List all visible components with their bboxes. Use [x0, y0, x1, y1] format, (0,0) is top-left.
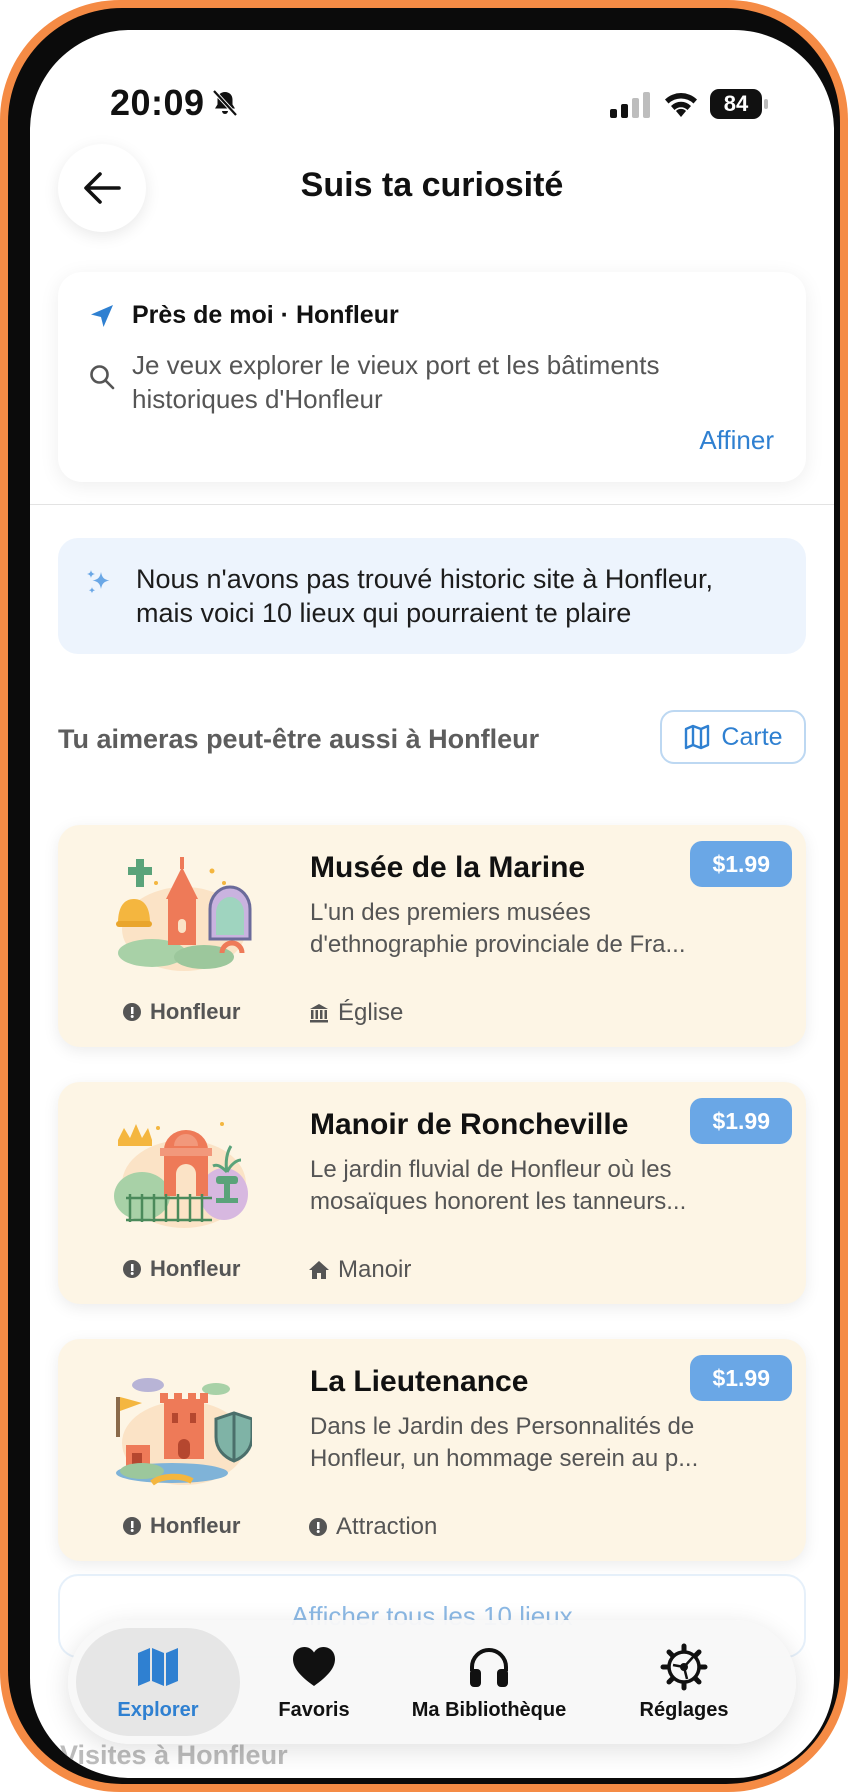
map-icon: [138, 1647, 178, 1686]
price-badge[interactable]: $1.99: [690, 1355, 792, 1401]
tab-ma-bibliotheque[interactable]: Ma Bibliothèque: [386, 1628, 592, 1736]
battery-indicator: 84: [710, 89, 768, 119]
place-name: Musée de la Marine: [310, 851, 586, 884]
pin-icon: [123, 1003, 141, 1021]
tab-reglages[interactable]: Réglages: [594, 1628, 774, 1736]
place-description: L'un des premiers musées d'ethnographie …: [310, 897, 770, 961]
bell-slash-icon: [212, 89, 238, 117]
search-query-line: historiques d'Honfleur: [132, 384, 383, 414]
price-badge[interactable]: $1.99: [690, 841, 792, 887]
place-category: Manoir: [308, 1256, 411, 1284]
wifi-icon: [665, 93, 697, 117]
pin-icon: [309, 1518, 327, 1536]
place-card[interactable]: La Lieutenance Dans le Jardin des Person…: [58, 1339, 806, 1561]
tab-favoris[interactable]: Favoris: [244, 1628, 384, 1736]
place-city-label: Honfleur: [150, 999, 241, 1024]
pin-icon: [123, 1517, 141, 1535]
place-description-line: mosaïques honorent les tanneurs...: [310, 1188, 687, 1215]
place-city: Honfleur: [122, 1256, 240, 1282]
search-icon: [90, 365, 115, 390]
pin-icon: [123, 1260, 141, 1278]
tab-label: Favoris: [278, 1698, 350, 1721]
search-query-line: Je veux explorer le vieux port et les bâ…: [132, 350, 660, 380]
place-category-label: Manoir: [338, 1256, 412, 1283]
place-name: La Lieutenance: [310, 1365, 529, 1398]
tab-bar: Explorer Favoris Ma Bibliothèque Réglage…: [68, 1620, 796, 1744]
headphones-icon: [470, 1647, 508, 1687]
cellular-signal-icon: [610, 92, 650, 118]
page-title: Suis ta curiosité: [300, 166, 564, 204]
place-description-line: Honfleur, un hommage serein au p...: [310, 1445, 699, 1472]
device-bezel: 20:09 84 Suis ta curiosité Près de moi ·…: [8, 8, 840, 1784]
place-description: Dans le Jardin des Personnalités de Honf…: [310, 1411, 770, 1475]
manor-illustration: [114, 1122, 248, 1228]
place-card[interactable]: Musée de la Marine L'un des premiers mus…: [58, 825, 806, 1047]
map-icon: [685, 724, 710, 750]
tab-label: Explorer: [117, 1698, 199, 1721]
tab-label: Réglages: [639, 1698, 729, 1721]
search-query[interactable]: Je veux explorer le vieux port et les bâ…: [132, 348, 762, 416]
place-category: Église: [308, 999, 403, 1027]
building-columns-icon: [310, 1004, 328, 1023]
gear-icon: [660, 1643, 708, 1690]
place-description-line: Le jardin fluvial de Honfleur où les: [310, 1156, 672, 1183]
place-description-line: Dans le Jardin des Personnalités de: [310, 1413, 695, 1440]
place-category-label: Attraction: [336, 1513, 438, 1540]
notice-text: Nous n'avons pas trouvé historic site à …: [136, 562, 786, 630]
section-title: Tu aimeras peut-être aussi à Honfleur: [58, 724, 540, 754]
location-label: Près de moi · Honfleur: [132, 301, 399, 329]
heart-icon: [293, 1646, 335, 1686]
map-button[interactable]: Carte: [660, 710, 806, 764]
refine-button[interactable]: Affiner: [699, 425, 774, 456]
next-section-title: Visites à Honfleur: [60, 1740, 288, 1770]
sparkles-icon: [87, 570, 110, 594]
place-city-label: Honfleur: [150, 1256, 241, 1281]
price-badge[interactable]: $1.99: [690, 1098, 792, 1144]
location-arrow-icon: [91, 305, 113, 327]
battery-level: 84: [710, 89, 762, 119]
place-description-line: d'ethnographie provinciale de Fra...: [310, 931, 686, 958]
church-illustration: [116, 857, 252, 971]
place-city-label: Honfleur: [150, 1513, 241, 1538]
notice-line: mais voici 10 lieux qui pourraient te pl…: [136, 598, 632, 628]
info-notice: Nous n'avons pas trouvé historic site à …: [58, 538, 806, 654]
place-name: Manoir de Roncheville: [310, 1108, 629, 1141]
place-description-line: L'un des premiers musées: [310, 899, 591, 926]
search-card[interactable]: Près de moi · Honfleur Je veux explorer …: [58, 272, 806, 482]
place-category-label: Église: [338, 999, 404, 1026]
place-city: Honfleur: [122, 1513, 240, 1539]
house-icon: [309, 1261, 329, 1279]
status-time: 20:09: [110, 82, 205, 123]
map-button-label: Carte: [721, 722, 783, 751]
divider: [30, 504, 834, 505]
place-city: Honfleur: [122, 999, 240, 1025]
battery-cap: [764, 99, 768, 109]
place-description: Le jardin fluvial de Honfleur où les mos…: [310, 1154, 770, 1218]
castle-illustration: [116, 1378, 252, 1486]
device-frame: 20:09 84 Suis ta curiosité Près de moi ·…: [0, 0, 848, 1792]
place-category: Attraction: [308, 1513, 437, 1541]
notice-line: Nous n'avons pas trouvé historic site à …: [136, 564, 713, 594]
tab-label: Ma Bibliothèque: [411, 1698, 567, 1721]
screen: 20:09 84 Suis ta curiosité Près de moi ·…: [30, 30, 834, 1778]
tab-explorer[interactable]: Explorer: [76, 1628, 240, 1736]
place-card[interactable]: Manoir de Roncheville Le jardin fluvial …: [58, 1082, 806, 1304]
